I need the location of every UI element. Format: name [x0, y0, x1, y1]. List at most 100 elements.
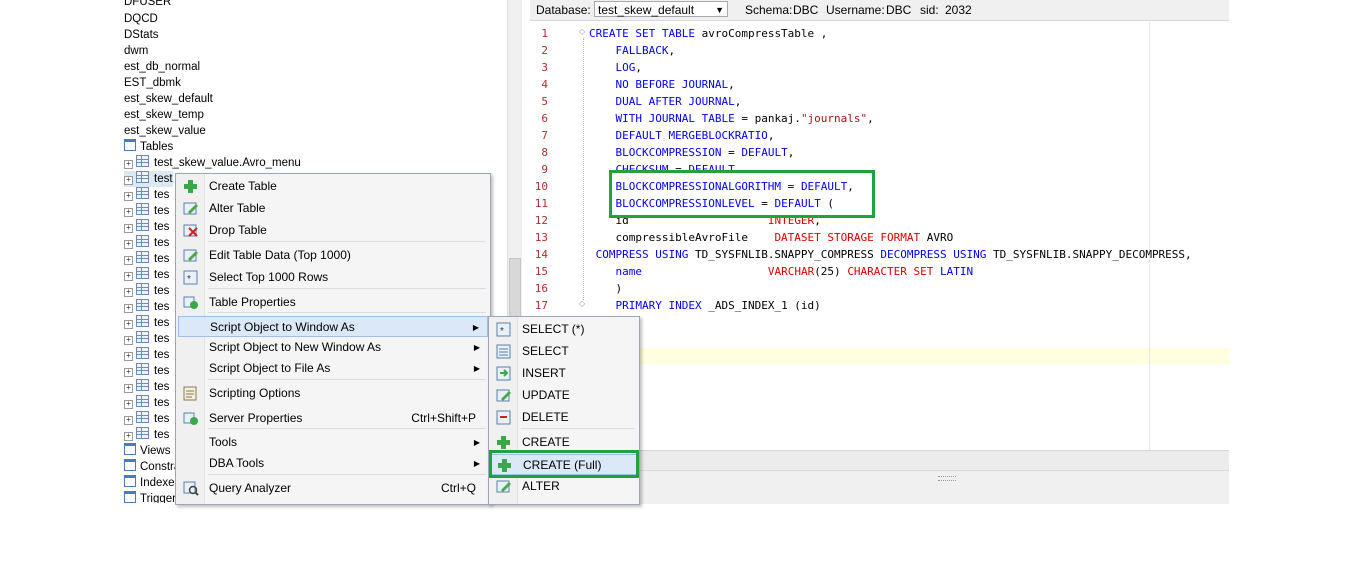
- svg-text:*: *: [187, 274, 191, 285]
- tree-item-table[interactable]: + tes: [124, 315, 169, 331]
- select-star-icon: *: [496, 322, 512, 337]
- tree-item-database[interactable]: DFUSER: [124, 0, 171, 10]
- fold-marker-icon[interactable]: ◇: [579, 27, 585, 36]
- menu-item-script-to-file[interactable]: Script Object to File As ▶: [178, 358, 488, 379]
- tree-item-label: tes: [154, 429, 170, 441]
- expand-icon[interactable]: +: [124, 288, 133, 297]
- line-number: 7: [541, 129, 548, 142]
- folder-icon: [124, 443, 136, 455]
- menu-item-query-analyzer[interactable]: Query Analyzer Ctrl+Q: [178, 478, 488, 499]
- tree-item-table[interactable]: + tes: [124, 331, 169, 347]
- tree-item-table-selected[interactable]: + test: [124, 171, 173, 187]
- tree-item-table[interactable]: + test_skew_value.Avro_menu: [124, 155, 301, 171]
- expand-icon[interactable]: +: [124, 224, 133, 233]
- expand-icon[interactable]: +: [124, 160, 133, 169]
- submenu-item-alter[interactable]: ALTER: [491, 476, 637, 497]
- line-number: 16: [534, 282, 548, 295]
- menu-item-table-properties[interactable]: Table Properties: [178, 292, 488, 313]
- tree-item-table[interactable]: + tes: [124, 395, 169, 411]
- tree-item-table[interactable]: + tes: [124, 363, 169, 379]
- tree-item-table[interactable]: + tes: [124, 235, 169, 251]
- sql-editor[interactable]: CREATE SET TABLE avroCompressTable , FAL…: [589, 22, 1229, 450]
- code-line: PRIMARY INDEX _ADS_INDEX_1 (id): [589, 297, 820, 314]
- submenu-item-select-star[interactable]: * SELECT (*): [491, 319, 637, 340]
- tree-item-table[interactable]: + tes: [124, 203, 169, 219]
- tree-folder-constraints[interactable]: Constra: [124, 459, 180, 475]
- tree-item-table[interactable]: + tes: [124, 283, 169, 299]
- line-number: 1: [541, 27, 548, 40]
- menu-item-select-top-rows[interactable]: * Select Top 1000 Rows: [178, 267, 488, 288]
- menu-item-alter-table[interactable]: Alter Table: [178, 198, 488, 219]
- expand-icon[interactable]: +: [124, 352, 133, 361]
- menu-item-tools[interactable]: Tools ▶: [178, 432, 488, 453]
- expand-icon[interactable]: +: [124, 272, 133, 281]
- code-token: LATIN: [933, 265, 974, 278]
- submenu-arrow-icon: ▶: [473, 459, 480, 468]
- line-number: 12: [534, 214, 548, 227]
- tree-item-table[interactable]: + tes: [124, 251, 169, 267]
- tree-item-database[interactable]: dwm: [124, 43, 148, 59]
- menu-item-edit-table-data[interactable]: Edit Table Data (Top 1000): [178, 245, 488, 266]
- tree-folder-indexes[interactable]: Indexes: [124, 475, 180, 491]
- tree-item-database[interactable]: EST_dbmk: [124, 75, 181, 91]
- code-token: ,: [734, 95, 742, 108]
- expand-icon[interactable]: +: [124, 368, 133, 377]
- tree-item-table[interactable]: + tes: [124, 379, 169, 395]
- tree-item-label: tes: [154, 269, 170, 281]
- expand-icon[interactable]: +: [124, 432, 133, 441]
- tree-item-database[interactable]: est_skew_temp: [124, 107, 204, 123]
- expand-icon[interactable]: +: [124, 208, 133, 217]
- tree-folder-views[interactable]: Views: [124, 443, 170, 459]
- tree-item-table[interactable]: + tes: [124, 187, 169, 203]
- code-token: BLOCKCOMPRESSION: [589, 146, 722, 159]
- menu-item-dba-tools[interactable]: DBA Tools ▶: [178, 453, 488, 474]
- tree-item-table[interactable]: + tes: [124, 411, 169, 427]
- submenu-item-update[interactable]: UPDATE: [491, 385, 637, 406]
- expand-icon[interactable]: +: [124, 304, 133, 313]
- tree-folder-tables[interactable]: Tables: [124, 139, 173, 155]
- expand-icon[interactable]: +: [124, 416, 133, 425]
- tree-item-database[interactable]: DQCD: [124, 11, 158, 27]
- tree-item-table[interactable]: + tes: [124, 347, 169, 363]
- code-token: compressibleAvroFile: [589, 231, 775, 244]
- submenu-item-select[interactable]: SELECT: [491, 341, 637, 362]
- tree-folder-triggers[interactable]: Triggers: [124, 491, 182, 503]
- menu-item-script-to-new-window[interactable]: Script Object to New Window As ▶: [178, 337, 488, 358]
- submenu-item-delete[interactable]: DELETE: [491, 407, 637, 428]
- tree-item-database[interactable]: DStats: [124, 27, 159, 43]
- chevron-down-icon: ▼: [715, 5, 724, 15]
- menu-separator: [208, 241, 486, 242]
- submenu-item-insert[interactable]: INSERT: [491, 363, 637, 384]
- splitter-grip[interactable]: [938, 476, 956, 481]
- table-icon: [136, 187, 149, 199]
- expand-icon[interactable]: +: [124, 320, 133, 329]
- expand-icon[interactable]: +: [124, 400, 133, 409]
- expand-icon[interactable]: +: [124, 176, 133, 185]
- expand-icon[interactable]: +: [124, 336, 133, 345]
- expand-icon[interactable]: +: [124, 256, 133, 265]
- tree-item-table[interactable]: + tes: [124, 427, 169, 443]
- database-select[interactable]: test_skew_default ▼: [594, 1, 728, 17]
- tree-item-label: tes: [154, 205, 170, 217]
- tree-item-database[interactable]: est_skew_value: [124, 123, 206, 139]
- tree-item-table[interactable]: + tes: [124, 219, 169, 235]
- code-token: ,: [787, 146, 795, 159]
- expand-icon[interactable]: +: [124, 384, 133, 393]
- tree-item-database[interactable]: est_db_normal: [124, 59, 200, 75]
- tree-item-database[interactable]: est_skew_default: [124, 91, 213, 107]
- menu-item-drop-table[interactable]: Drop Table: [178, 220, 488, 241]
- menu-item-server-properties[interactable]: Server Properties Ctrl+Shift+P: [178, 408, 488, 429]
- tree-item-table[interactable]: + tes: [124, 267, 169, 283]
- tree-item-table[interactable]: + tes: [124, 299, 169, 315]
- fold-marker-icon[interactable]: ◇: [579, 299, 585, 308]
- table-icon: [136, 219, 149, 231]
- expand-icon[interactable]: +: [124, 192, 133, 201]
- code-token: DUAL AFTER JOURNAL: [589, 95, 735, 108]
- code-token: ): [589, 282, 623, 295]
- menu-item-create-table[interactable]: Create Table: [178, 176, 488, 197]
- expand-icon[interactable]: +: [124, 240, 133, 249]
- folder-icon: [124, 475, 136, 487]
- table-icon: [136, 331, 149, 343]
- menu-item-scripting-options[interactable]: Scripting Options: [178, 383, 488, 404]
- menu-item-script-to-window[interactable]: Script Object to Window As ▶: [178, 316, 488, 337]
